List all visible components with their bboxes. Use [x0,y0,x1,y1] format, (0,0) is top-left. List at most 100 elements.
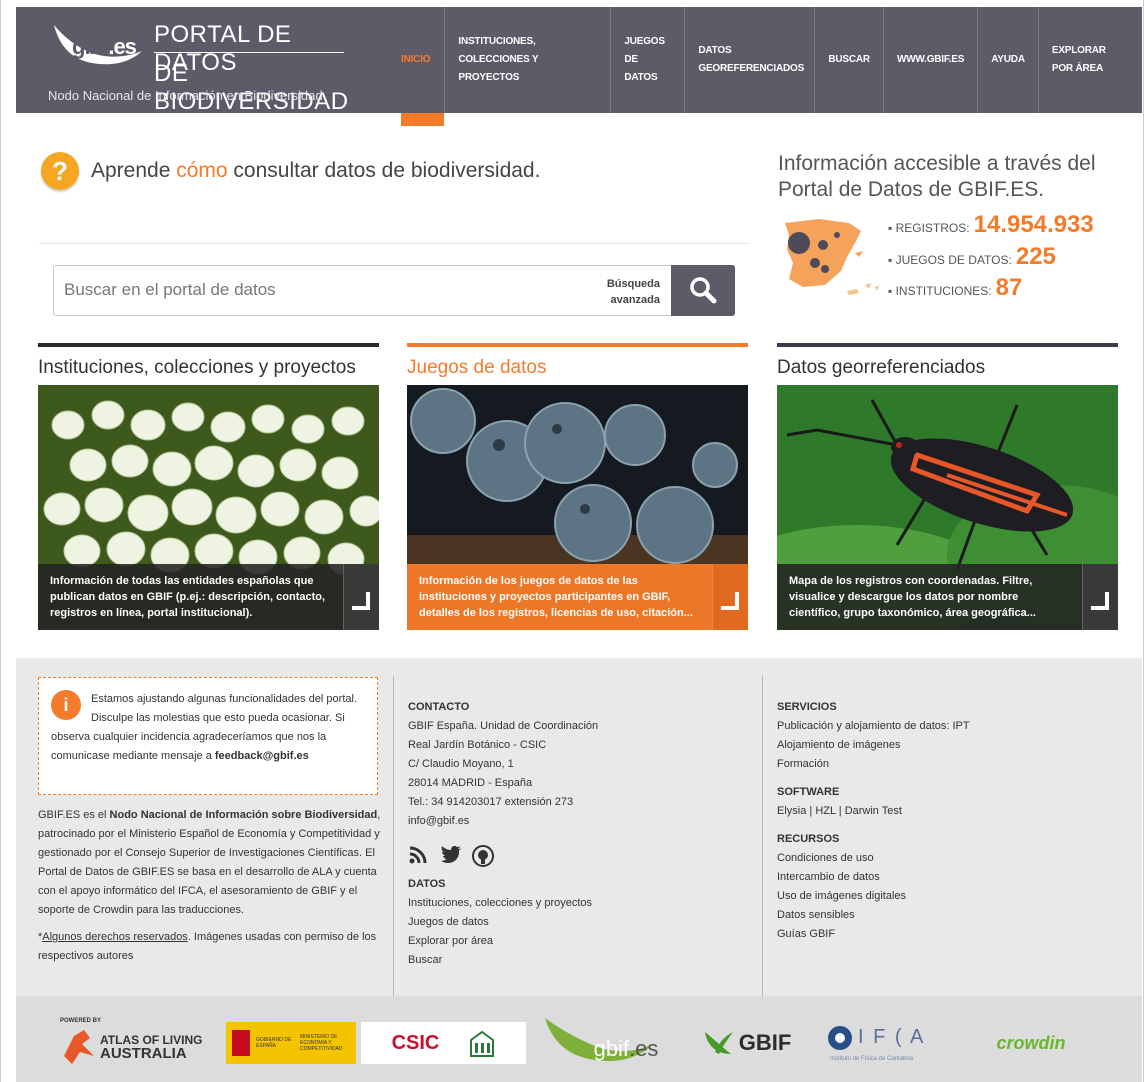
recursos-heading: RECURSOS [777,833,840,845]
software-heading: SOFTWARE [777,786,840,798]
search-icon [690,277,717,304]
contact-line: Real Jardín Botánico - CSIC [408,739,547,751]
card-title: Instituciones, colecciones y proyectos [38,357,356,378]
servicios-heading: SERVICIOS [777,701,837,713]
footer-link-explorar[interactable]: Explorar por área [408,932,708,951]
help-link[interactable]: cómo [176,159,227,182]
stat-registros: ▪ REGISTROS: 14.954.933 [888,211,1094,238]
contact-email-link[interactable]: info@gbif.es [408,812,708,831]
search-button[interactable] [671,265,735,316]
notice-box: i Estamos ajustando algunas funcionalida… [38,677,378,795]
advanced-search-link[interactable]: Búsqueda avanzada [607,276,660,308]
footer-separator [762,676,763,998]
page: gbif.es PORTAL DE DATOS DE BIODIVERSIDAD… [0,0,1144,1082]
footer-separator [393,676,394,998]
search-box: Búsquedaavanzada [53,265,735,316]
card-image-bug: Mapa de los registros con coordenadas. F… [777,385,1118,630]
search-input[interactable] [64,280,564,300]
stat-instituciones: ▪ INSTITUCIONES: 87 [888,274,1023,301]
about-text: GBIF.ES es el Nodo Nacional de Informaci… [38,806,383,966]
ala-logo[interactable]: POWERED BY ATLAS OF LIVING AUSTRALIA [60,1018,210,1068]
nav-explorar-por-area[interactable]: EXPLORAR POR ÁREA [1037,7,1110,113]
portal-subtitle: Nodo Nacional de Información en Biodiver… [48,88,323,103]
nav-ayuda[interactable]: AYUDA [977,7,1038,113]
site-logo[interactable]: gbif.es PORTAL DE DATOS DE BIODIVERSIDAD… [16,7,361,115]
card-title: Juegos de datos [407,357,547,378]
footer-link-ipt[interactable]: Publicación y alojamiento de datos: IPT [777,717,1077,736]
software-links: Elysia | HZL | Darwin Test [777,805,902,817]
site-footer: i Estamos ajustando algunas funcionalida… [16,658,1142,998]
rss-icon[interactable] [408,845,428,865]
contact-line: 28014 MADRID - España [408,777,533,789]
contact-line: GBIF España. Unidad de Coordinación [408,720,599,732]
ifca-logo[interactable]: I F ( A Instituto de Física de Cantabria [826,1018,946,1068]
notice-text: Estamos ajustando algunas funcionalidade… [51,693,358,762]
question-icon: ? [41,152,79,190]
footer-link-uso-imagenes[interactable]: Uso de imágenes digitales [777,887,1077,906]
card-caption: Mapa de los registros con coordenadas. F… [777,564,1118,630]
card-arrow-icon[interactable] [712,564,748,630]
link-elysia[interactable]: Elysia [777,805,806,817]
nav-juegos-de-datos[interactable]: JUEGOS DE DATOS [610,7,684,113]
twitter-icon[interactable] [440,845,461,865]
info-icon: i [51,690,81,720]
nav-inicio[interactable]: INICIO [361,7,445,126]
help-text: Aprende cómo consultar datos de biodiver… [91,159,541,182]
nav-datos-georeferenciados[interactable]: DATOS GEOREFERENCIADOS [684,7,814,113]
coat-of-arms-icon [232,1030,250,1056]
footer-link-juegos[interactable]: Juegos de datos [408,913,708,932]
help-banner: ? Aprende cómo consultar datos de biodiv… [41,152,540,190]
footer-link-instituciones[interactable]: Instituciones, colecciones y proyectos [408,894,708,913]
github-icon[interactable] [472,845,494,867]
card-arrow-icon[interactable] [343,564,379,630]
link-darwin-test[interactable]: Darwin Test [845,805,902,817]
stats-title: Información accesible a través del Porta… [778,152,1096,201]
crowdin-logo[interactable]: crowdin [966,1026,1096,1060]
logo-gbif-text: gbif.es [72,34,137,59]
footer-link-guias[interactable]: Guías GBIF [777,925,1077,944]
divider [39,243,749,244]
social-links [408,845,708,867]
csic-logo[interactable]: CSIC [361,1022,526,1064]
sponsor-bar: POWERED BY ATLAS OF LIVING AUSTRALIA GOBI… [16,996,1142,1082]
nav-buscar[interactable]: BUSCAR [814,7,883,113]
contact-line: Tel.: 34 914203017 extensión 273 [408,796,574,808]
rights-note: *Algunos derechos reservados. Imágenes u… [38,931,377,962]
footer-link-imagenes[interactable]: Alojamiento de imágenes [777,736,1077,755]
card-caption: Información de los juegos de datos de la… [407,564,748,630]
nav-www-gbif-es[interactable]: WWW.GBIF.ES [882,7,977,113]
contact-column: CONTACTO GBIF España. Unidad de Coordina… [408,698,708,970]
gbif-logo[interactable]: GBIF [691,1022,801,1064]
main-nav: INICIO INSTITUCIONES, COLECCIONES Y PROY… [361,7,1110,126]
card-juegos-de-datos[interactable]: Juegos de datos Información de los juego… [407,343,748,630]
footer-link-formacion[interactable]: Formación [777,755,1077,774]
gbif-leaf-icon [704,1032,733,1054]
feedback-email-link[interactable]: feedback@gbif.es [215,750,309,762]
datos-heading: DATOS [408,878,446,890]
rjb-building-icon [470,1030,495,1057]
footer-link-datos-sensibles[interactable]: Datos sensibles [777,906,1077,925]
footer-link-intercambio[interactable]: Intercambio de datos [777,868,1077,887]
contact-heading: CONTACTO [408,701,470,713]
nav-instituciones[interactable]: INSTITUCIONES, COLECCIONES Y PROYECTOS [444,7,610,113]
stat-juegos: ▪ JUEGOS DE DATOS: 225 [888,243,1056,270]
gobierno-logo[interactable]: GOBIERNO DE ESPAÑA MINISTERIO DE ECONOMÍ… [226,1022,356,1064]
link-hzl[interactable]: HZL [815,805,835,817]
services-column: SERVICIOS Publicación y alojamiento de d… [777,698,1077,944]
card-image-spores: Información de los juegos de datos de la… [407,385,748,630]
card-caption: Información de todas las entidades españ… [38,564,379,630]
ifca-globe-icon [828,1026,852,1050]
site-header: gbif.es PORTAL DE DATOS DE BIODIVERSIDAD… [16,7,1142,126]
title-divider [154,52,344,53]
card-title: Datos georreferenciados [777,357,986,378]
rights-link[interactable]: Algunos derechos reservados [42,931,188,943]
footer-link-condiciones[interactable]: Condiciones de uso [777,849,1077,868]
card-arrow-icon[interactable] [1082,564,1118,630]
card-datos-georreferenciados[interactable]: Datos georreferenciados Mapa de los regi… [777,343,1118,630]
gbif-es-logo[interactable]: gbif .es [541,1014,671,1068]
spain-map-icon [785,219,879,295]
contact-line: C/ Claudio Moyano, 1 [408,758,514,770]
card-image-flowers: Información de todas las entidades españ… [38,385,379,630]
footer-link-buscar[interactable]: Buscar [408,951,708,970]
card-instituciones[interactable]: Instituciones, colecciones y proyectos I… [38,343,379,630]
